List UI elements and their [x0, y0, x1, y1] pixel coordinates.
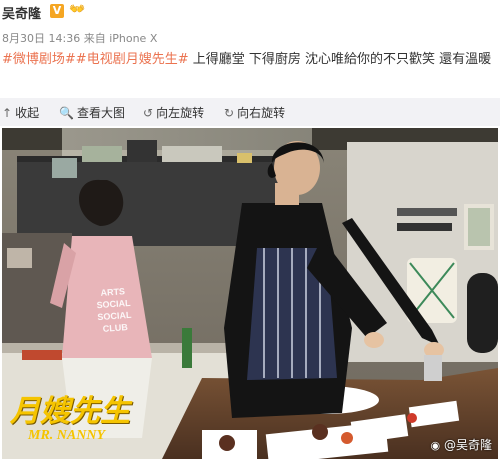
- post-header: 吴奇隆 V 👐: [0, 0, 500, 26]
- magnifier-icon: 🔍: [59, 106, 74, 120]
- view-large-button[interactable]: 🔍 查看大图: [59, 104, 125, 121]
- watermark: weibo ◉ @吴奇隆: [431, 436, 492, 453]
- hands-emoji-icon: 👐: [69, 2, 86, 17]
- rotate-right-button[interactable]: ↻ 向右旋转: [224, 104, 285, 121]
- post-date[interactable]: 8月30日: [2, 32, 45, 45]
- show-logo-subtitle: MR. NANNY: [28, 428, 106, 443]
- post-body: 上得廳堂 下得廚房 沈心唯給你的不只歡笑 還有溫暖: [188, 52, 492, 67]
- post-meta: 8月30日 14:36 来自 iPhone X: [2, 30, 157, 46]
- hashtag-link[interactable]: #微博剧场#: [2, 52, 76, 67]
- hashtag-link[interactable]: #电视剧月嫂先生#: [76, 52, 189, 67]
- author-name[interactable]: 吴奇隆: [2, 3, 41, 22]
- verified-badge-icon: V: [50, 4, 64, 18]
- collapse-icon: ↑: [2, 106, 13, 120]
- post-source: 来自 iPhone X: [83, 32, 158, 45]
- post-photo[interactable]: ARTS SOCIAL SOCIAL CLUB 月嫂先生 MR. NANNY w…: [2, 128, 498, 459]
- collapse-button[interactable]: ↑ 收起: [2, 104, 39, 121]
- rotate-right-icon: ↻: [224, 106, 235, 120]
- watermark-text: @吴奇隆: [443, 438, 492, 452]
- rotate-left-icon: ↺: [143, 106, 154, 120]
- post-time[interactable]: 14:36: [49, 32, 81, 45]
- shirt-print-text: ARTS SOCIAL SOCIAL CLUB: [96, 286, 132, 334]
- show-logo-title: 月嫂先生: [10, 394, 130, 429]
- show-logo: 月嫂先生 MR. NANNY: [10, 386, 160, 456]
- weibo-eye-icon: ◉: [430, 439, 441, 452]
- rotate-left-button[interactable]: ↺ 向左旋转: [143, 104, 204, 121]
- post-text: #微博剧场##电视剧月嫂先生# 上得廳堂 下得廚房 沈心唯給你的不只歡笑 還有溫…: [2, 50, 492, 70]
- image-toolbar: ↑ 收起 🔍 查看大图 ↺ 向左旋转 ↻ 向右旋转: [0, 98, 500, 126]
